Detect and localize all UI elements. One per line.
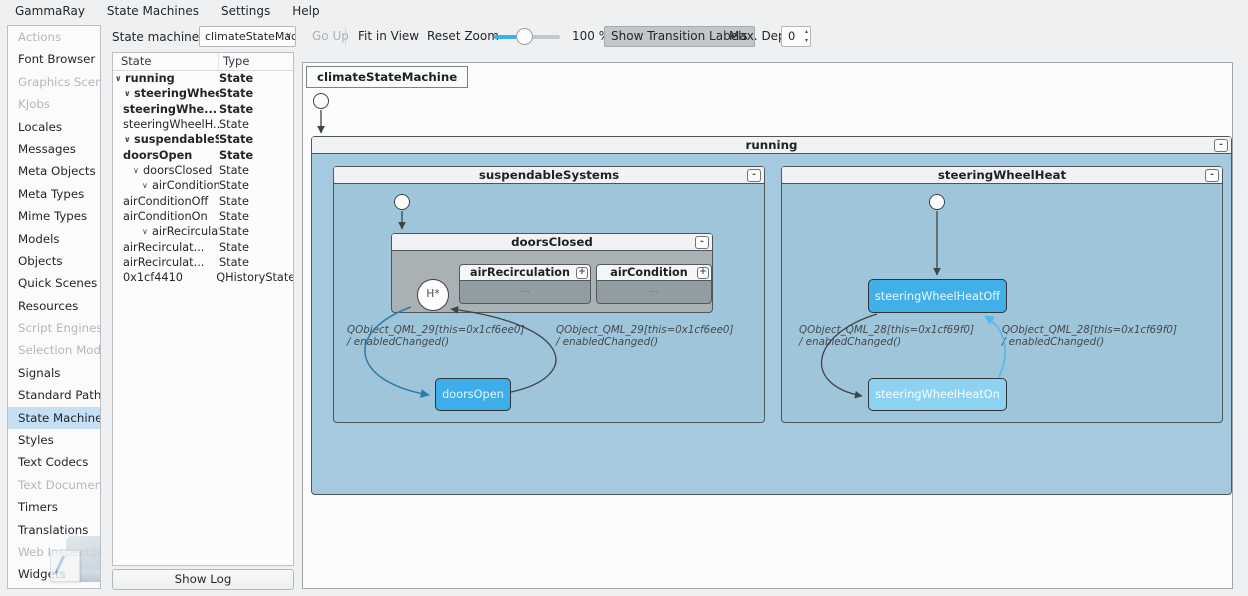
reset-zoom-button[interactable]: Reset Zoom (421, 26, 505, 47)
fit-in-view-button[interactable]: Fit in View (352, 26, 425, 47)
collapsed-content-placeholder: ... (520, 284, 530, 295)
gammaray-watermark-logo (50, 534, 100, 586)
tree-row[interactable]: 0x1cf4410 QHistoryState (113, 270, 293, 285)
expander-icon[interactable] (124, 86, 134, 101)
transition-label: QObject_QML_29[this=0x1cf6ee0] / enabled… (556, 324, 734, 348)
sidebar-item-script-engines: Script Engines (18, 321, 101, 336)
expand-button[interactable] (697, 267, 709, 279)
tool-sidebar: Actions Font Browser Graphics Scenes KJo… (7, 25, 101, 589)
sidebar-item-locales[interactable]: Locales (8, 116, 100, 138)
max-depth-spinbox[interactable]: 0 ▴ ▾ (781, 26, 811, 47)
expander-icon[interactable] (142, 178, 152, 193)
menu-bar: GammaRay State Machines Settings Help (0, 0, 1248, 21)
initial-state-marker (929, 194, 945, 210)
sidebar-item-text-documents: Text Documents (18, 477, 100, 492)
max-depth-value: 0 (788, 29, 796, 43)
state-machine-combobox[interactable]: climateStateMachir ∨ (199, 26, 296, 47)
sidebar-item-signals[interactable]: Signals (8, 362, 100, 384)
state-steering-wheel-heat-off[interactable]: steeringWheelHeatOff (868, 279, 1007, 313)
go-up-button: Go Up (312, 29, 349, 43)
sidebar-item-resources[interactable]: Resources (8, 295, 100, 317)
tree-row[interactable]: doorsClosed State (113, 163, 293, 178)
state-tree-panel: State Type running State steeringWheel..… (112, 52, 294, 566)
sidebar-item-quick-scenes[interactable]: Quick Scenes (8, 272, 100, 294)
menu-settings[interactable]: Settings (210, 2, 281, 20)
menu-state-machines[interactable]: State Machines (96, 2, 210, 20)
tree-row[interactable]: steeringWheel... State (113, 86, 293, 101)
tree-row[interactable]: airRecirculat... State (113, 240, 293, 255)
tree-column-type[interactable]: Type (219, 53, 249, 70)
sidebar-item-meta-types[interactable]: Meta Types (8, 183, 100, 205)
sidebar-item-graphics-scenes: Graphics Scenes (18, 74, 100, 89)
menu-gammaray[interactable]: GammaRay (4, 2, 96, 20)
state-machine-combobox-value: climateStateMachir (205, 30, 296, 43)
sidebar-item-text-codecs[interactable]: Text Codecs (8, 451, 100, 473)
collapse-button[interactable] (747, 169, 761, 182)
expander-icon[interactable] (142, 224, 152, 239)
collapse-button[interactable] (695, 236, 709, 249)
toolbar-separator (345, 28, 346, 45)
transition-label: QObject_QML_28[this=0x1cf69f0] / enabled… (1002, 324, 1177, 348)
collapse-button[interactable] (1214, 139, 1228, 152)
chevron-down-icon: ∨ (285, 31, 292, 41)
state-machine-view[interactable]: climateStateMachine running suspendableS… (302, 62, 1233, 589)
initial-state-marker (313, 93, 329, 109)
tree-row[interactable]: running State (113, 71, 293, 86)
tree-row[interactable]: steeringWhe... State (113, 102, 293, 117)
zoom-slider[interactable] (494, 28, 560, 45)
state-doors-open[interactable]: doorsOpen (435, 378, 511, 411)
sidebar-item-standard-paths[interactable]: Standard Paths (8, 384, 100, 406)
menu-help[interactable]: Help (281, 2, 330, 20)
state-machine-label: State machine: (112, 30, 204, 44)
sidebar-item-objects[interactable]: Objects (8, 250, 100, 272)
tree-row[interactable]: airRecirculation State (113, 224, 293, 239)
collapse-button[interactable] (1205, 169, 1219, 182)
sidebar-item-mime-types[interactable]: Mime Types (8, 205, 100, 227)
show-log-button[interactable]: Show Log (112, 569, 294, 590)
history-state[interactable]: H* (417, 279, 449, 311)
sidebar-item-timers[interactable]: Timers (8, 496, 100, 518)
state-air-recirculation[interactable]: airRecirculation ... (459, 264, 591, 304)
tree-row[interactable]: steeringWheelH... State (113, 117, 293, 132)
zoom-slider-handle[interactable] (516, 28, 533, 45)
tree-row[interactable]: airRecirculat... State (113, 255, 293, 270)
state-air-condition[interactable]: airCondition ... (596, 264, 712, 304)
initial-state-marker (394, 194, 410, 210)
state-steering-wheel-heat-on[interactable]: steeringWheelHeatOn (868, 378, 1007, 411)
tree-column-state[interactable]: State (113, 53, 219, 70)
expander-icon[interactable] (124, 132, 134, 147)
tree-row[interactable]: airConditionOn State (113, 209, 293, 224)
transition-label: QObject_QML_29[this=0x1cf6ee0] / enabled… (347, 324, 525, 348)
expander-icon[interactable] (115, 71, 125, 86)
sidebar-item-selection-models: Selection Models (18, 343, 101, 358)
sidebar-item-models[interactable]: Models (8, 228, 100, 250)
tree-row[interactable]: airCondition State (113, 178, 293, 193)
sidebar-item-actions: Actions (18, 30, 62, 44)
tree-row[interactable]: airConditionOff State (113, 194, 293, 209)
tree-row[interactable]: suspendableS... State (113, 132, 293, 147)
collapsed-content-placeholder: ... (649, 284, 659, 295)
sidebar-item-state-machines[interactable]: State Machines (8, 406, 100, 430)
sidebar-item-font-browser[interactable]: Font Browser (8, 48, 100, 70)
sidebar-item-styles[interactable]: Styles (8, 429, 100, 451)
sidebar-item-messages[interactable]: Messages (8, 138, 100, 160)
sidebar-item-kjobs: KJobs (18, 97, 51, 112)
tree-header: State Type (113, 53, 293, 71)
expander-icon[interactable] (133, 163, 143, 178)
gammaray-window: { "menu": { "items": ["GammaRay", "State… (0, 0, 1248, 596)
sidebar-item-meta-objects[interactable]: Meta Objects (8, 160, 100, 182)
spinbox-arrows-icon[interactable]: ▴ ▾ (805, 27, 808, 45)
tree-row[interactable]: doorsOpen State (113, 148, 293, 163)
expand-button[interactable] (576, 267, 588, 279)
machine-name-tab: climateStateMachine (306, 66, 469, 88)
transition-label: QObject_QML_28[this=0x1cf69f0] / enabled… (799, 324, 974, 348)
